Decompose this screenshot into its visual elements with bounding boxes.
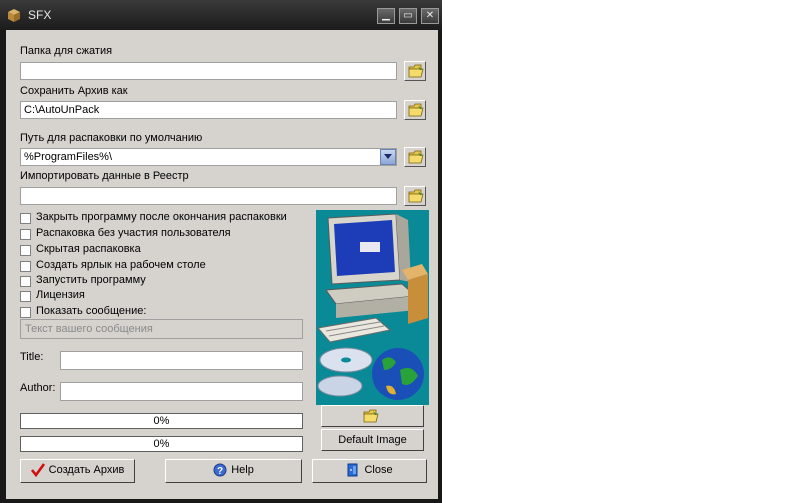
save-archive-label: Сохранить Архив как xyxy=(20,85,128,97)
window-title: SFX xyxy=(28,8,52,22)
option-run-program-checkbox[interactable] xyxy=(20,276,31,287)
option-run-program-label: Запустить программу xyxy=(36,274,146,286)
progress-text-2: 0% xyxy=(153,438,170,450)
browse-import-registry-button[interactable] xyxy=(404,186,426,206)
option-silent-user-checkbox[interactable] xyxy=(20,229,31,240)
close-button[interactable]: Close xyxy=(312,459,427,483)
browse-extract-path-button[interactable] xyxy=(404,147,426,167)
extract-path-dropdown-button[interactable] xyxy=(380,149,396,165)
option-shortcut-label: Создать ярлык на рабочем столе xyxy=(36,259,206,271)
compress-folder-label: Папка для сжатия xyxy=(20,45,113,57)
folder-open-icon xyxy=(408,64,424,78)
folder-open-icon xyxy=(408,150,424,164)
option-show-message-label: Показать сообщение: xyxy=(36,305,147,317)
message-input[interactable]: Текст вашего сообщения xyxy=(20,319,303,339)
sfx-window: SFX ▁ ▭ ✕ Папка для сжатия Сохранить Арх… xyxy=(0,0,442,503)
option-silent-user-label: Распаковка без участия пользователя xyxy=(36,227,231,239)
help-label: Help xyxy=(231,464,254,477)
dialog-client: Папка для сжатия Сохранить Архив как C:\… xyxy=(6,30,438,499)
maximize-button[interactable]: ▭ xyxy=(399,8,417,24)
minimize-icon: ▁ xyxy=(382,10,390,21)
title-label: Title: xyxy=(20,351,44,363)
option-close-after-checkbox[interactable] xyxy=(20,213,31,224)
save-archive-field[interactable]: C:\AutoUnPack xyxy=(20,101,397,119)
close-door-icon xyxy=(347,463,358,477)
close-icon: ✕ xyxy=(425,10,435,21)
close-label: Close xyxy=(364,464,393,477)
maximize-icon: ▭ xyxy=(403,10,413,21)
progress-text-1: 0% xyxy=(153,415,170,427)
title-bar[interactable]: SFX ▁ ▭ ✕ xyxy=(0,0,442,30)
folder-open-icon xyxy=(363,409,379,423)
create-archive-button[interactable]: Создать Архив xyxy=(20,459,135,483)
box-icon xyxy=(6,7,22,23)
browse-image-button[interactable] xyxy=(321,405,424,427)
minimize-button[interactable]: ▁ xyxy=(377,8,395,24)
create-archive-label: Создать Архив xyxy=(48,464,125,477)
progress-bar-2: 0% xyxy=(20,436,303,452)
default-image-button[interactable]: Default Image xyxy=(321,429,424,451)
import-registry-field[interactable] xyxy=(20,187,397,205)
option-hidden-label: Скрытая распаковка xyxy=(36,243,141,255)
help-button[interactable]: ? Help xyxy=(165,459,302,483)
folder-open-icon xyxy=(408,103,424,117)
option-license-checkbox[interactable] xyxy=(20,291,31,302)
title-field[interactable] xyxy=(60,351,303,370)
extract-path-select[interactable]: %ProgramFiles%\ xyxy=(20,148,397,166)
option-hidden-checkbox[interactable] xyxy=(20,245,31,256)
progress-bar-1: 0% xyxy=(20,413,303,429)
option-shortcut-checkbox[interactable] xyxy=(20,261,31,272)
browse-save-archive-button[interactable] xyxy=(404,100,426,120)
browse-compress-folder-button[interactable] xyxy=(404,61,426,81)
option-close-after-label: Закрыть программу после окончания распак… xyxy=(36,211,287,223)
sfx-preview-image xyxy=(316,210,429,405)
author-field[interactable] xyxy=(60,382,303,401)
author-label: Author: xyxy=(20,382,56,394)
chevron-down-icon xyxy=(384,154,392,159)
folder-open-icon xyxy=(408,189,424,203)
option-license-label: Лицензия xyxy=(36,289,85,301)
compress-folder-field[interactable] xyxy=(20,62,397,80)
help-icon: ? xyxy=(213,463,227,477)
extract-path-label: Путь для распаковки по умолчанию xyxy=(20,132,203,144)
close-window-button[interactable]: ✕ xyxy=(421,8,439,24)
checkmark-icon xyxy=(30,463,45,478)
default-image-label: Default Image xyxy=(338,434,407,447)
svg-text:?: ? xyxy=(217,466,223,477)
import-registry-label: Импортировать данные в Реестр xyxy=(20,170,189,182)
option-show-message-checkbox[interactable] xyxy=(20,307,31,318)
